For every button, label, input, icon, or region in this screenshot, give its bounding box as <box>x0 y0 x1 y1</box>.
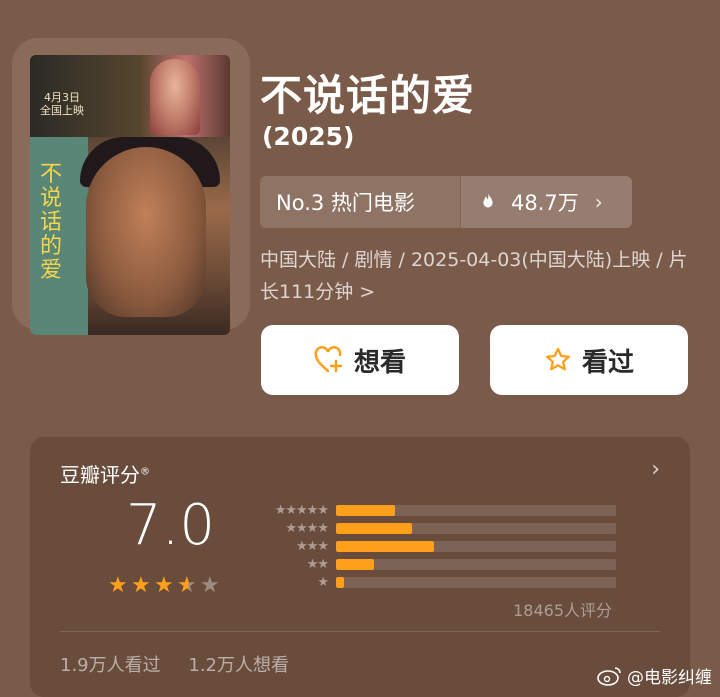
distribution-stars: ★★★★★ <box>274 502 329 518</box>
rating-card[interactable]: 豆瓣评分® › 7.0 ★ ★ ★ ★ ★ ★★★★★ ★★★★ ★★★ ★★ ★ 18465人… <box>30 437 690 697</box>
poster-girl-figure <box>150 59 200 135</box>
rating-star: ★ <box>131 573 151 598</box>
movie-meta[interactable]: 中国大陆 / 剧情 / 2025-04-03(中国大陆)上映 / 片长111分钟… <box>260 244 700 308</box>
movie-year: (2025) <box>262 122 355 151</box>
seen-count: 1.9万人看过 <box>60 655 161 676</box>
distribution-row: ★★★★★ <box>250 501 640 519</box>
distribution-track <box>336 540 616 552</box>
distribution-bar <box>336 540 434 552</box>
distribution-row: ★★★ <box>250 537 640 555</box>
distribution-row: ★ <box>250 573 640 591</box>
rank-pill[interactable]: No.3 热门电影 48.7万 › <box>260 176 632 228</box>
star-outline-icon <box>546 347 570 371</box>
distribution-track <box>336 522 616 534</box>
poster-release-date: 4月3日 全国上映 <box>40 91 84 117</box>
chevron-right-icon: › <box>594 190 603 214</box>
watched-button[interactable]: 看过 <box>490 325 688 395</box>
distribution-bar <box>336 576 345 588</box>
want-to-watch-label: 想看 <box>353 347 406 378</box>
distribution-row: ★★ <box>250 555 640 573</box>
watermark-text: @电影纠缠 <box>627 668 712 688</box>
rating-source-label: 豆瓣评分® <box>60 463 150 487</box>
distribution-stars: ★ <box>317 574 329 590</box>
distribution-row: ★★★★ <box>250 519 640 537</box>
distribution-track <box>336 504 616 516</box>
heat-value: 48.7万 <box>511 191 579 215</box>
poster-face <box>86 147 206 317</box>
rating-star: ★ <box>200 573 220 598</box>
rating-score: 7.0 <box>126 493 216 558</box>
watermark: @电影纠缠 <box>597 663 712 688</box>
audience-stats: 1.9万人看过 1.2万人想看 <box>60 651 311 677</box>
rating-distribution: ★★★★★ ★★★★ ★★★ ★★ ★ <box>250 501 640 591</box>
chevron-right-icon[interactable]: › <box>651 457 660 482</box>
heat-indicator[interactable]: 48.7万 › <box>461 176 632 228</box>
distribution-stars: ★★ <box>306 556 329 572</box>
poster-title: 不说话的爱 <box>40 162 63 283</box>
movie-title: 不说话的爱 <box>260 71 476 120</box>
distribution-stars: ★★★ <box>296 538 329 554</box>
star-rating: ★ ★ ★ ★ ★ <box>108 573 223 599</box>
distribution-bar <box>336 504 395 516</box>
want-to-watch-button[interactable]: 想看 <box>261 325 459 395</box>
distribution-track <box>336 558 616 570</box>
distribution-bar <box>336 522 412 534</box>
rating-star: ★ <box>177 573 200 599</box>
distribution-bar <box>336 558 374 570</box>
rank-label: No.3 热门电影 <box>276 191 415 215</box>
rater-count: 18465人评分 <box>513 601 612 620</box>
weibo-icon <box>597 666 621 686</box>
want-count: 1.2万人想看 <box>188 655 290 676</box>
rating-star: ★ <box>154 573 174 598</box>
distribution-stars: ★★★★ <box>285 520 329 536</box>
heart-plus-icon <box>314 346 343 373</box>
distribution-track <box>336 576 616 588</box>
divider <box>60 631 660 632</box>
rating-star: ★ <box>108 573 128 598</box>
flame-icon <box>483 192 493 208</box>
movie-poster[interactable]: 4月3日 全国上映 不说话的爱 <box>30 55 230 335</box>
watched-label: 看过 <box>581 347 634 378</box>
